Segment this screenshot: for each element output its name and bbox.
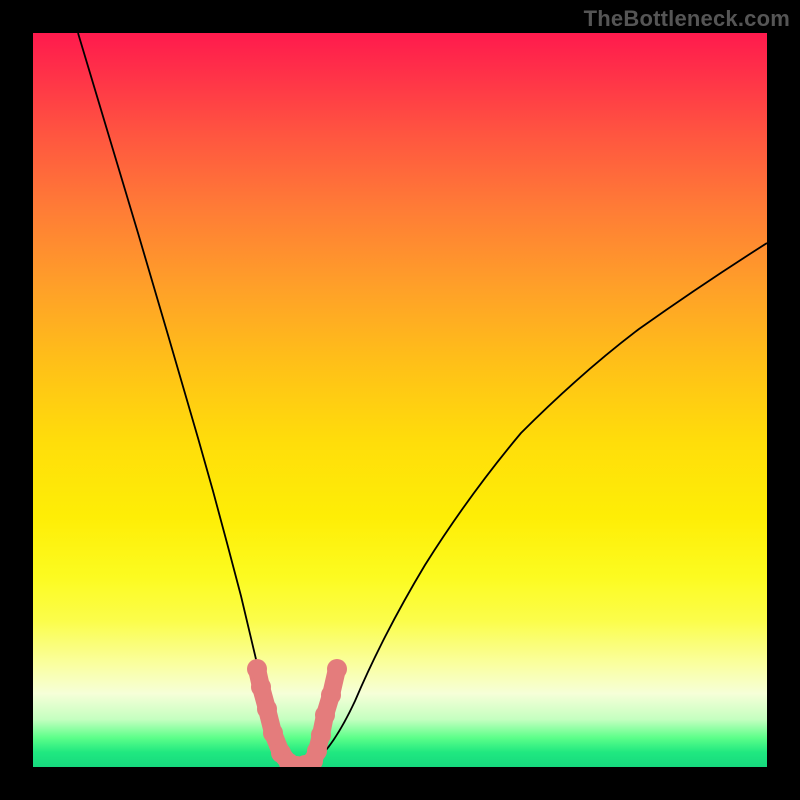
curve-left-branch (78, 33, 299, 766)
data-point (257, 699, 277, 719)
data-point (247, 659, 267, 679)
data-point (251, 677, 271, 697)
data-point (327, 659, 347, 679)
chart-svg (33, 33, 767, 767)
curve-right-branch (299, 243, 767, 766)
data-point (311, 725, 331, 745)
watermark-text: TheBottleneck.com (584, 6, 790, 32)
data-point (315, 705, 335, 725)
data-point (263, 723, 283, 743)
chart-plot-area (33, 33, 767, 767)
data-point (321, 685, 341, 705)
